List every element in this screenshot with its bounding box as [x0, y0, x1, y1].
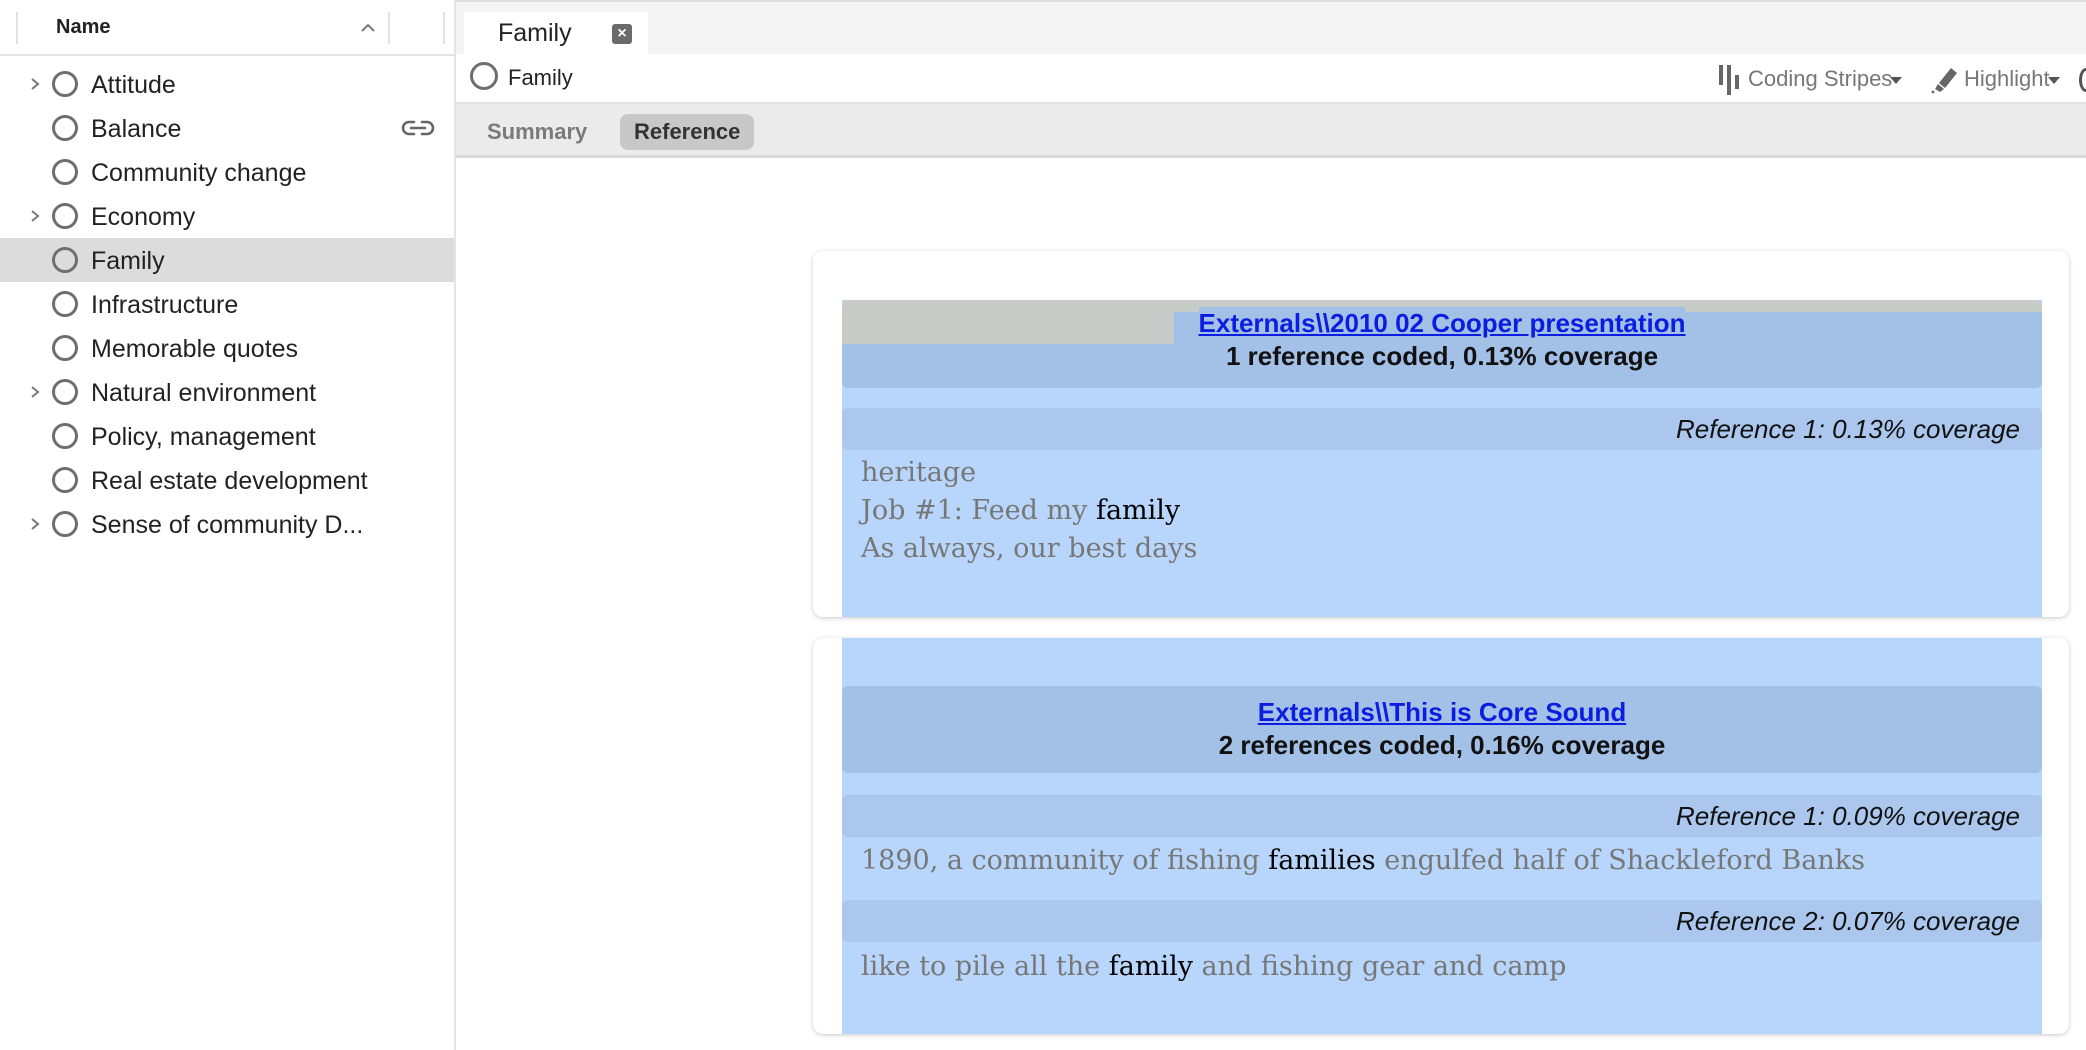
- tree-item-label: Attitude: [91, 71, 176, 99]
- tree-item[interactable]: Community change: [0, 150, 454, 194]
- node-circle-icon: [52, 467, 78, 493]
- source-header: Externals\\2010 02 Cooper presentation 1…: [842, 300, 2042, 388]
- tree-item[interactable]: Economy: [0, 194, 454, 238]
- coding-stripes-label: Coding Stripes: [1748, 66, 1893, 91]
- source-header: Externals\\This is Core Sound 2 referenc…: [842, 686, 2042, 773]
- tree-item[interactable]: Memorable quotes: [0, 326, 454, 370]
- coding-stripes-icon: [1719, 65, 1739, 95]
- node-tree: Attitude Balance Community change Economy Fa…: [0, 62, 454, 546]
- context-text: 1890, a community of fishing: [861, 845, 1269, 876]
- tab-label: Family: [498, 19, 572, 47]
- chevron-right-icon[interactable]: [28, 516, 42, 532]
- sort-ascending-icon[interactable]: [358, 18, 378, 38]
- node-circle-icon: [52, 203, 78, 229]
- column-divider[interactable]: [16, 12, 18, 44]
- node-title: Family: [508, 65, 573, 90]
- reference-header: Reference 1: 0.13% coverage: [842, 408, 2042, 450]
- highlight-button[interactable]: Highlight: [1930, 64, 2060, 94]
- node-circle-icon: [52, 115, 78, 141]
- tree-item-label: Family: [91, 247, 165, 275]
- reference-label: Reference 2: 0.07% coverage: [1676, 906, 2020, 936]
- chevron-down-icon: [1890, 76, 1903, 84]
- node-circle-icon: [52, 335, 78, 361]
- context-text: As always, our best days: [861, 533, 1198, 564]
- source-link[interactable]: Externals\\2010 02 Cooper presentation: [1198, 307, 1686, 339]
- tree-item-label: Policy, management: [91, 423, 316, 451]
- tree-item-label: Infrastructure: [91, 291, 239, 319]
- reference-header: Reference 1: 0.09% coverage: [842, 795, 2042, 837]
- column-divider[interactable]: [443, 12, 445, 44]
- node-circle-icon: [52, 379, 78, 405]
- tree-item-label: Economy: [91, 203, 196, 231]
- column-divider[interactable]: [388, 12, 390, 44]
- node-title-bar: Family Coding Stripes Highlight: [456, 54, 2086, 102]
- context-text: heritage: [861, 457, 977, 488]
- chevron-down-icon: [2047, 76, 2060, 84]
- detail-view: Family × Family Coding Stripes Highlight…: [456, 0, 2086, 1050]
- reference-label: Reference 1: 0.09% coverage: [1676, 801, 2020, 831]
- coded-keyword: family: [1108, 951, 1193, 982]
- source-link[interactable]: Externals\\This is Core Sound: [1257, 696, 1627, 728]
- tree-item[interactable]: Policy, management: [0, 414, 454, 458]
- node-circle-icon: [52, 71, 78, 97]
- column-header: Name: [0, 0, 454, 56]
- chevron-right-icon[interactable]: [28, 208, 42, 224]
- coding-stripes-button[interactable]: Coding Stripes: [1718, 64, 1903, 95]
- tab-reference[interactable]: Reference: [620, 114, 755, 150]
- highlighter-icon: [1931, 68, 1957, 94]
- node-list-panel: Name Attitude Balance Community change Econ…: [0, 0, 456, 1050]
- view-tabs: Summary Reference: [456, 102, 2086, 158]
- overflow-toolbar-icon[interactable]: [2079, 68, 2086, 92]
- context-text: engulfed half of Shackleford Banks: [1375, 845, 1865, 876]
- node-circle-icon: [52, 291, 78, 317]
- source-card: Externals\\2010 02 Cooper presentation 1…: [813, 251, 2069, 617]
- node-circle-icon: [52, 511, 78, 537]
- coded-keyword: family: [1095, 495, 1181, 526]
- tree-item[interactable]: Attitude: [0, 62, 454, 106]
- context-text: like to pile all the: [861, 951, 1109, 982]
- node-circle-icon: [52, 247, 78, 273]
- link-icon[interactable]: [401, 119, 435, 137]
- context-text: and fishing gear and camp: [1192, 951, 1567, 982]
- reference-text: like to pile all the family and fishing …: [861, 948, 2029, 986]
- node-circle-icon: [470, 62, 498, 90]
- reference-text: 1890, a community of fishing families en…: [861, 842, 2029, 880]
- tab-bar: Family ×: [456, 0, 2086, 56]
- highlight-label: Highlight: [1964, 66, 2050, 91]
- tab-summary[interactable]: Summary: [473, 114, 601, 150]
- source-summary: 1 reference coded, 0.13% coverage: [1225, 341, 1659, 371]
- tab-family[interactable]: Family ×: [464, 12, 648, 56]
- name-column-header[interactable]: Name: [56, 16, 110, 39]
- tree-item-label: Memorable quotes: [91, 335, 299, 363]
- tree-item-label: Community change: [91, 159, 307, 187]
- node-circle-icon: [52, 423, 78, 449]
- reference-label: Reference 1: 0.13% coverage: [1676, 414, 2020, 444]
- close-icon[interactable]: ×: [612, 24, 632, 44]
- header-shade: [842, 300, 1174, 344]
- reference-content: Externals\\2010 02 Cooper presentation 1…: [456, 158, 2086, 1050]
- source-summary: 2 references coded, 0.16% coverage: [1218, 730, 1666, 760]
- tree-item[interactable]: Real estate development: [0, 458, 454, 502]
- chevron-right-icon[interactable]: [28, 76, 42, 92]
- reference-header: Reference 2: 0.07% coverage: [842, 900, 2042, 942]
- tree-item[interactable]: Infrastructure: [0, 282, 454, 326]
- chevron-right-icon[interactable]: [28, 384, 42, 400]
- tree-item[interactable]: Family: [0, 238, 454, 282]
- tree-item[interactable]: Balance: [0, 106, 454, 150]
- node-circle-icon: [52, 159, 78, 185]
- tree-item-label: Natural environment: [91, 379, 317, 407]
- tree-item[interactable]: Natural environment: [0, 370, 454, 414]
- tree-item[interactable]: Sense of community D...: [0, 502, 454, 546]
- reference-text: heritage Job #1: Feed my family As alway…: [861, 454, 2029, 568]
- tree-item-label: Sense of community D...: [91, 511, 364, 539]
- tree-item-label: Balance: [91, 115, 182, 143]
- context-text: Job #1: Feed my: [861, 495, 1096, 526]
- source-card: Externals\\This is Core Sound 2 referenc…: [813, 638, 2069, 1034]
- coded-keyword: families: [1268, 845, 1376, 876]
- tree-item-label: Real estate development: [91, 467, 368, 495]
